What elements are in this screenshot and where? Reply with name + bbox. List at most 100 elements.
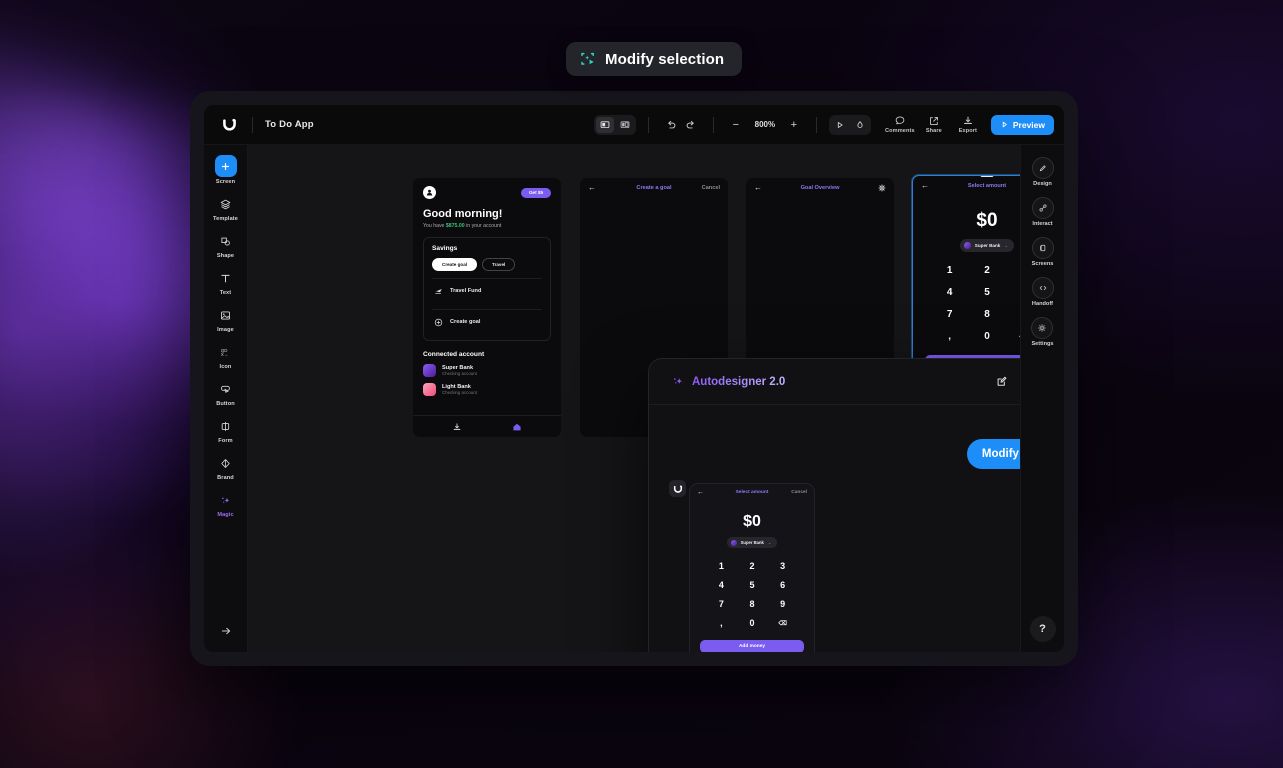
sidebar-item-template[interactable]: Template	[207, 194, 245, 222]
key-3[interactable]: 3	[1006, 264, 1020, 277]
key-8[interactable]: 8	[968, 308, 1005, 321]
profile-avatar-icon[interactable]	[423, 186, 436, 199]
preview-key-5[interactable]: 5	[737, 580, 768, 591]
preview-key-backspace[interactable]: ⌫	[767, 618, 798, 629]
selection-sparkle-icon	[580, 51, 596, 67]
view-mode-toggle[interactable]	[594, 115, 636, 135]
preview-key-0[interactable]: 0	[737, 618, 768, 629]
gear-icon[interactable]	[878, 184, 886, 192]
toolbar-divider-3	[713, 117, 714, 133]
savings-row-travel-fund[interactable]: Travel Fund	[432, 278, 542, 302]
preview-keypad[interactable]: 1 2 3 4 5 6 7 8 9 ,	[706, 561, 798, 629]
right-toolbar: Design Interact	[1020, 145, 1064, 652]
chevron-down-icon: ⌄	[768, 540, 772, 545]
key-6[interactable]: 6	[1006, 286, 1020, 299]
back-arrow-icon[interactable]: ←	[697, 489, 704, 496]
panel-item-handoff[interactable]: Handoff	[1032, 277, 1054, 307]
autodesigner-header-actions	[995, 374, 1020, 389]
preview-key-4[interactable]: 4	[706, 580, 737, 591]
layout-desktop-icon[interactable]	[596, 117, 614, 133]
preview-key-7[interactable]: 7	[706, 599, 737, 610]
panel-item-interact[interactable]: Interact	[1032, 197, 1054, 227]
home-icon[interactable]	[512, 421, 523, 432]
balance-pre: You have	[423, 223, 446, 229]
autodesigner-brand: Autodesigner 2.0	[671, 375, 785, 389]
numeric-keypad[interactable]: 1 2 3 4 5 6 7 8 9 , 0 ⌫	[931, 264, 1020, 343]
sidebar-collapse-button[interactable]	[215, 620, 237, 642]
chevron-down-icon: ⌄	[1004, 243, 1008, 249]
back-arrow-icon[interactable]: ←	[588, 184, 596, 192]
sidebar-item-icon[interactable]: QD X→ Icon	[207, 342, 245, 370]
share-button[interactable]: Share	[917, 115, 951, 134]
preview-key-2[interactable]: 2	[737, 561, 768, 572]
panel-item-settings[interactable]: Settings	[1031, 317, 1053, 347]
preview-bank-selector[interactable]: Super Bank ⌄	[727, 537, 778, 548]
tool-toggle[interactable]	[829, 115, 871, 135]
key-comma[interactable]: ,	[931, 330, 968, 343]
undo-icon[interactable]	[661, 115, 681, 135]
key-0[interactable]: 0	[968, 330, 1005, 343]
create-goal-pill[interactable]: Create goal	[432, 258, 477, 271]
key-backspace[interactable]: ⌫	[1006, 330, 1020, 343]
back-arrow-icon[interactable]: ←	[921, 182, 929, 190]
sidebar-item-text[interactable]: Text	[207, 268, 245, 296]
home-balance-line: You have $875.00 in your account	[413, 220, 561, 229]
zoom-level-value[interactable]: 800%	[753, 120, 777, 129]
sidebar-item-magic[interactable]: Magic	[207, 490, 245, 518]
panel-item-screens[interactable]: Screens	[1032, 237, 1054, 267]
preview-key-comma[interactable]: ,	[706, 618, 737, 629]
key-2[interactable]: 2	[968, 264, 1005, 277]
canvas-screen-home[interactable]: Get $5 Good morning! You have $875.00 in…	[413, 178, 561, 437]
key-5[interactable]: 5	[968, 286, 1005, 299]
help-button[interactable]: ?	[1030, 616, 1056, 642]
zoom-out-button[interactable]: −	[726, 115, 746, 135]
plus-circle-icon	[433, 317, 443, 327]
screen-preview-card[interactable]: ← Select amount Cancel $0 Super Bank	[689, 483, 815, 652]
sidebar-item-form[interactable]: Form	[207, 416, 245, 444]
preview-key-3[interactable]: 3	[767, 561, 798, 572]
savings-row-create-goal[interactable]: Create goal	[432, 309, 542, 333]
layout-split-icon[interactable]	[616, 117, 634, 133]
preview-cancel[interactable]: Cancel	[791, 490, 807, 495]
uizard-logo[interactable]	[218, 114, 240, 136]
preview-key-8[interactable]: 8	[737, 599, 768, 610]
key-7[interactable]: 7	[931, 308, 968, 321]
sidebar-item-button[interactable]: Button	[207, 379, 245, 407]
preview-key-1[interactable]: 1	[706, 561, 737, 572]
document-title[interactable]: To Do App	[265, 119, 314, 130]
sidebar-item-brand[interactable]: Brand	[207, 453, 245, 481]
key-9[interactable]: 9	[1006, 308, 1020, 321]
sidebar-item-image[interactable]: Image	[207, 305, 245, 333]
download-icon[interactable]	[452, 421, 463, 432]
bank-selector[interactable]: Super Bank ⌄	[960, 239, 1014, 252]
edit-square-icon[interactable]	[995, 375, 1009, 389]
bank-row-light[interactable]: Light Bank Checking account	[413, 377, 561, 396]
bank-row-super[interactable]: Super Bank Checking account	[413, 358, 561, 377]
shape-icon	[216, 231, 236, 251]
key-4[interactable]: 4	[931, 286, 968, 299]
travel-pill[interactable]: Travel	[482, 258, 515, 271]
comments-button[interactable]: Comments	[883, 115, 917, 134]
redo-icon[interactable]	[681, 115, 701, 135]
modify-selection-pill[interactable]: Modify selection	[566, 42, 742, 76]
home-promo-badge[interactable]: Get $5	[521, 188, 551, 198]
panel-item-design[interactable]: Design	[1032, 157, 1054, 187]
zoom-in-button[interactable]: +	[784, 115, 804, 135]
export-button[interactable]: Export	[951, 115, 985, 134]
preview-key-6[interactable]: 6	[767, 580, 798, 591]
svg-text:X→: X→	[221, 352, 228, 357]
savings-pill-row: Create goal Travel	[432, 258, 542, 271]
sidebar-item-shape[interactable]: Shape	[207, 231, 245, 259]
create-goal-cancel[interactable]: Cancel	[702, 185, 720, 191]
preview-key-9[interactable]: 9	[767, 599, 798, 610]
preview-add-money-button[interactable]: Add money	[700, 640, 804, 653]
key-1[interactable]: 1	[931, 264, 968, 277]
back-arrow-icon[interactable]: ←	[754, 184, 762, 192]
sidebar-item-screen[interactable]: Screen	[207, 155, 245, 185]
savings-card-title: Savings	[432, 245, 542, 252]
design-canvas[interactable]: Get $5 Good morning! You have $875.00 in…	[248, 145, 1020, 652]
create-goal-header: ← Create a goal Cancel	[580, 178, 728, 198]
preview-button[interactable]: Preview	[991, 115, 1054, 135]
play-cursor-icon[interactable]	[831, 117, 849, 133]
ink-drop-icon[interactable]	[851, 117, 869, 133]
